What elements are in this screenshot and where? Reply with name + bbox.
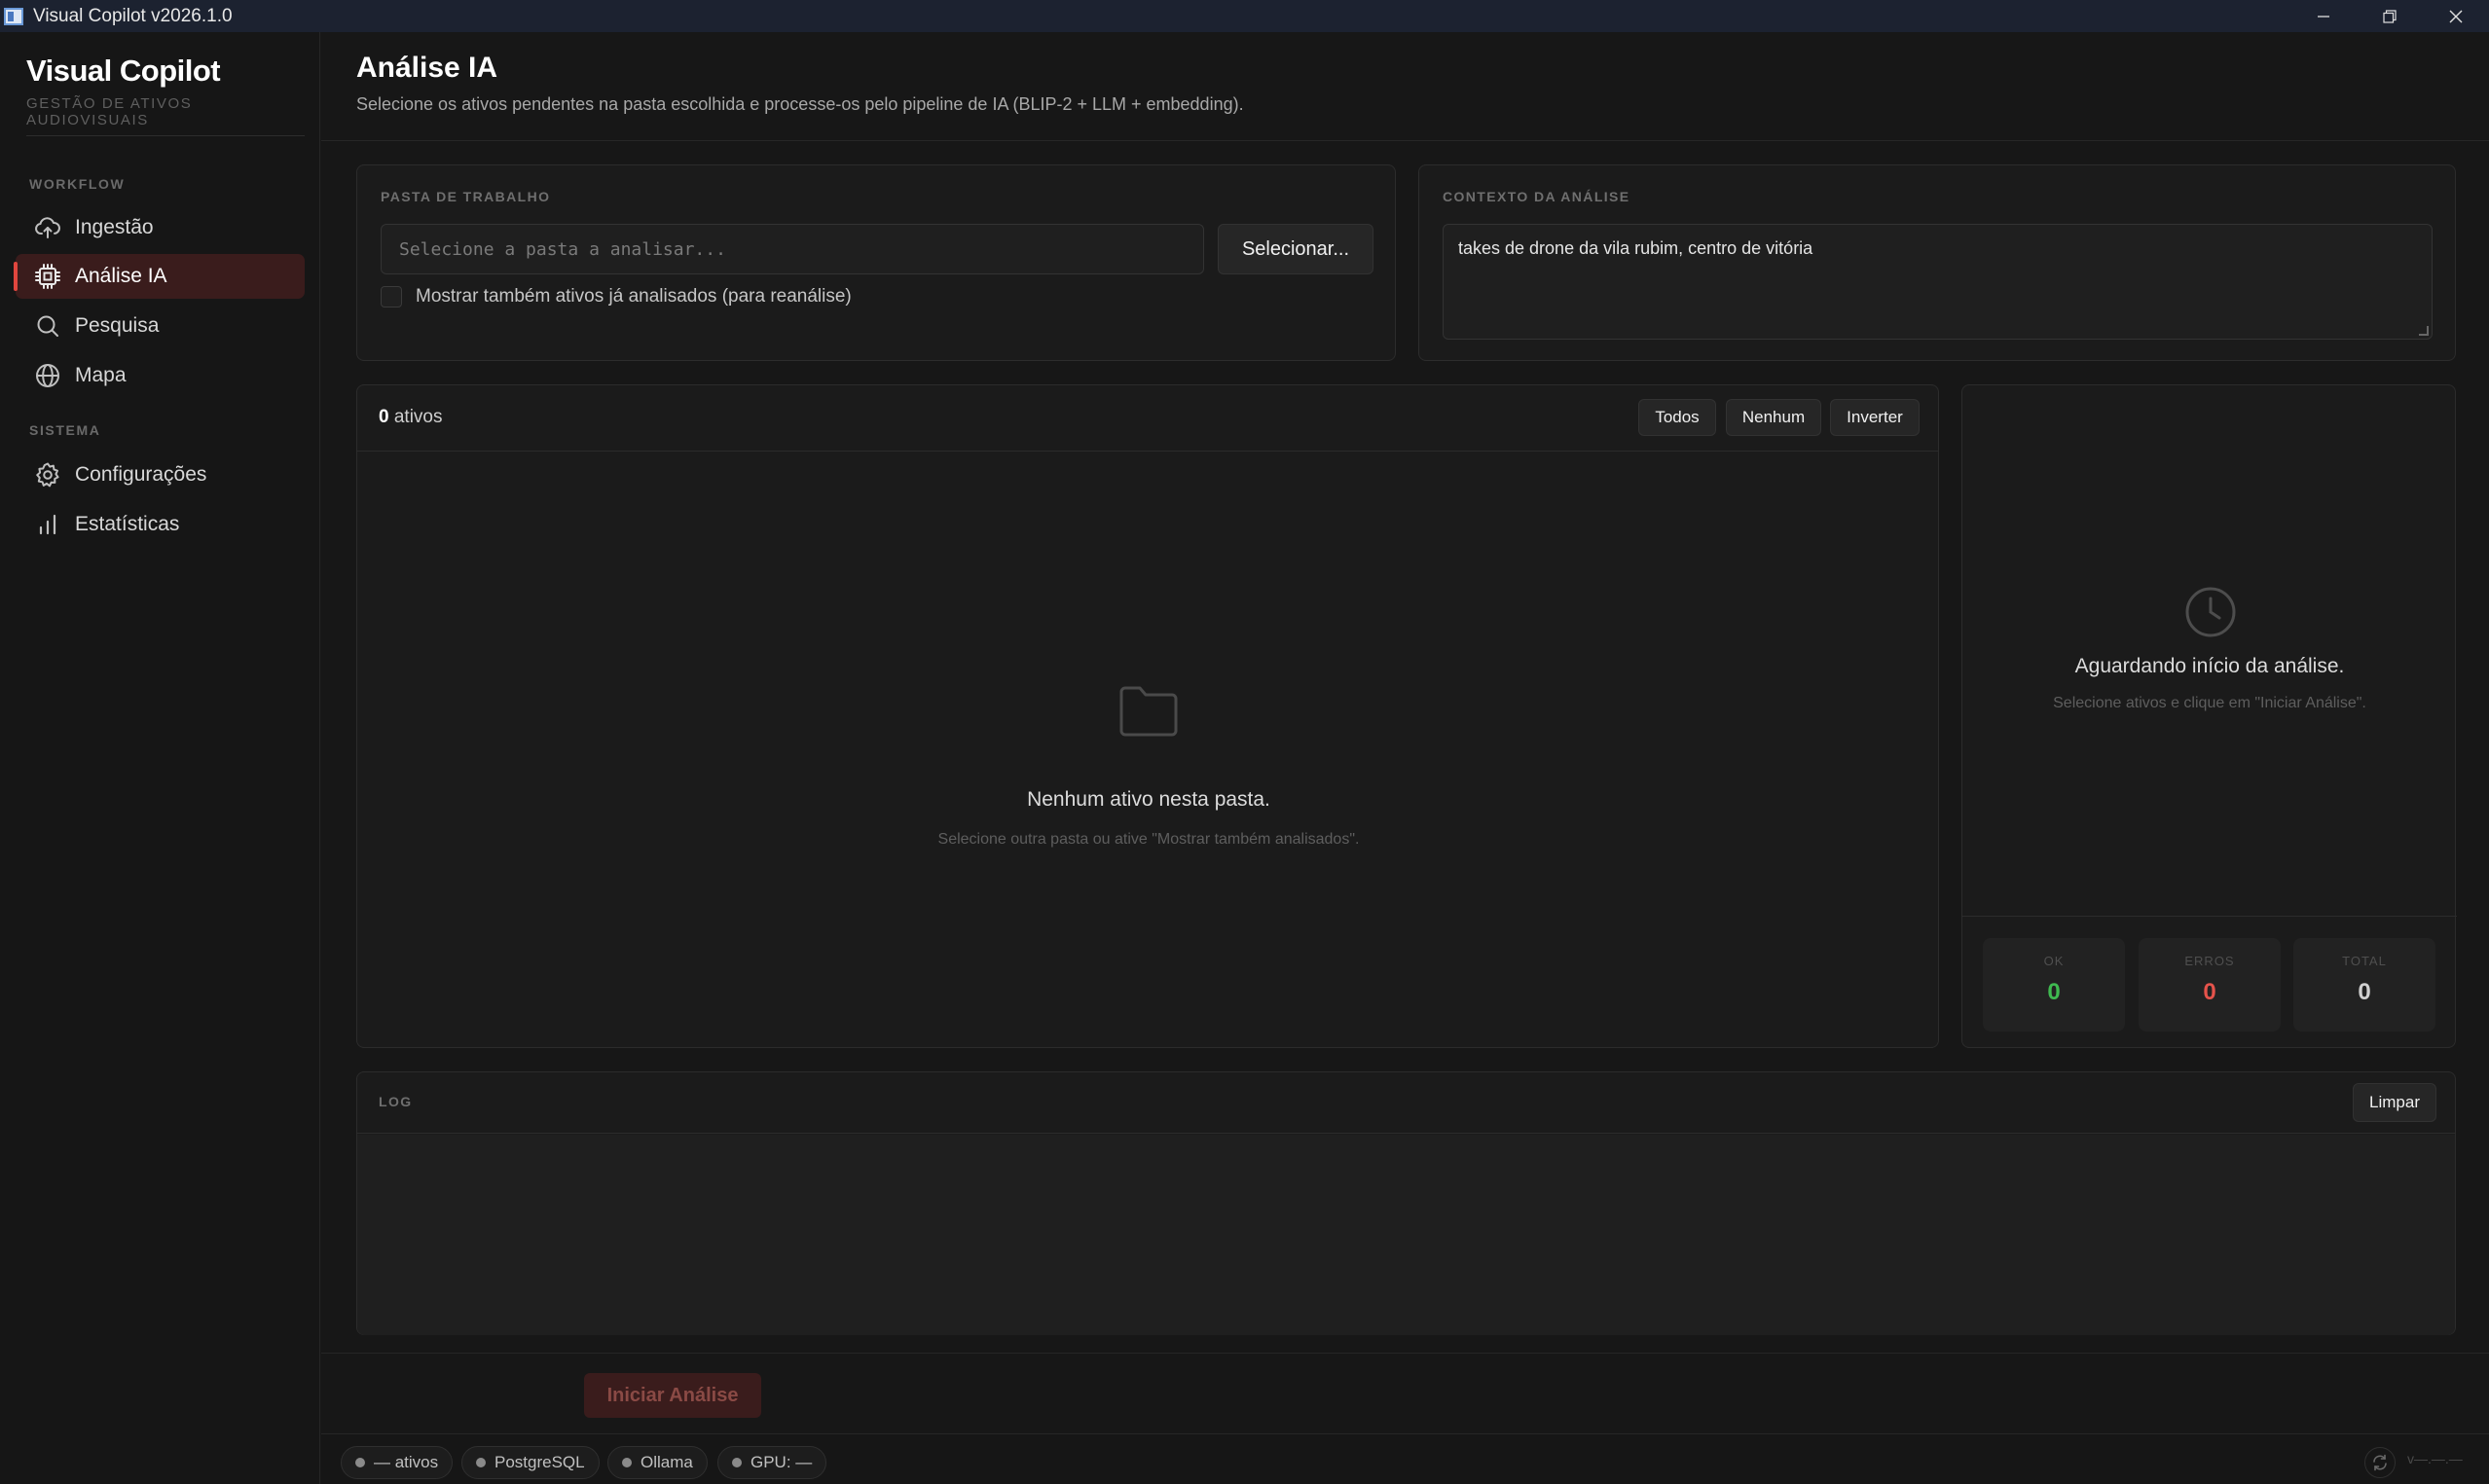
sidebar: Visual Copilot GESTÃO DE ATIVOS AUDIOVIS… <box>0 32 320 1484</box>
sidebar-item-pesquisa[interactable]: Pesquisa <box>16 304 305 348</box>
status-pill-ollama: Ollama <box>607 1446 708 1479</box>
sidebar-item-label: Configurações <box>75 463 207 486</box>
sidebar-item-label: Análise IA <box>75 265 167 287</box>
page-title: Análise IA <box>356 52 498 84</box>
stat-ok-value: 0 <box>2047 979 2061 1005</box>
progress-divider <box>1962 916 2457 917</box>
section-label-workflow: WORKFLOW <box>29 176 126 192</box>
status-pill-label: PostgreSQL <box>494 1453 585 1471</box>
status-pill-label: — ativos <box>374 1453 439 1471</box>
resize-grip-icon[interactable] <box>2419 326 2429 336</box>
window-titlebar: Visual Copilot v2026.1.0 <box>0 0 2489 32</box>
bar-chart-icon <box>34 511 61 538</box>
context-label: CONTEXTO DA ANÁLISE <box>1443 189 1630 204</box>
assets-empty-subtitle: Selecione outra pasta ou ative "Mostrar … <box>937 831 1360 848</box>
context-text: takes de drone da vila rubim, centro de … <box>1458 238 1813 258</box>
stat-total: TOTAL 0 <box>2293 938 2435 1032</box>
sidebar-item-estatisticas[interactable]: Estatísticas <box>16 502 305 547</box>
page-header: Análise IA Selecione os ativos pendentes… <box>321 32 2489 141</box>
stat-total-value: 0 <box>2358 979 2371 1005</box>
log-header: LOG Limpar <box>357 1072 2455 1134</box>
window-title: Visual Copilot v2026.1.0 <box>33 5 233 26</box>
sidebar-item-label: Estatísticas <box>75 513 180 535</box>
assets-count-value: 0 <box>379 407 389 427</box>
status-dot <box>732 1458 742 1467</box>
status-bar: — ativos PostgreSQL Ollama GPU: — v—.—.— <box>321 1433 2489 1484</box>
section-label-sistema: SISTEMA <box>29 422 101 438</box>
assets-count: 0 ativos <box>379 407 443 428</box>
close-icon <box>2449 10 2463 22</box>
brand-title: Visual Copilot <box>26 54 221 88</box>
page-description: Selecione os ativos pendentes na pasta e… <box>356 94 1244 114</box>
clear-log-button[interactable]: Limpar <box>2353 1083 2436 1122</box>
assets-empty-title: Nenhum ativo nesta pasta. <box>1027 788 1270 811</box>
restore-button[interactable] <box>2357 0 2423 32</box>
status-pill-postgresql: PostgreSQL <box>461 1446 600 1479</box>
select-none-button[interactable]: Nenhum <box>1726 399 1821 436</box>
assets-count-suffix: ativos <box>393 407 443 427</box>
brand-subtitle: GESTÃO DE ATIVOS AUDIOVISUAIS <box>26 95 193 128</box>
stat-errors-value: 0 <box>2203 979 2216 1005</box>
sidebar-item-analise-ia[interactable]: Análise IA <box>14 254 305 299</box>
workfolder-label: PASTA DE TRABALHO <box>381 189 551 204</box>
start-analysis-button[interactable]: Iniciar Análise <box>584 1373 761 1418</box>
stat-total-label: TOTAL <box>2342 954 2387 968</box>
context-textarea[interactable]: takes de drone da vila rubim, centro de … <box>1443 224 2433 340</box>
minimize-icon <box>2318 15 2329 18</box>
progress-card: Aguardando início da análise. Selecione … <box>1961 384 2457 1048</box>
select-all-button[interactable]: Todos <box>1638 399 1716 436</box>
chip-icon <box>34 263 61 290</box>
restore-icon <box>2383 9 2397 23</box>
main-content: Análise IA Selecione os ativos pendentes… <box>321 32 2489 1484</box>
show-analyzed-checkbox[interactable] <box>381 286 402 308</box>
gear-icon <box>34 461 61 489</box>
sidebar-item-mapa[interactable]: Mapa <box>16 353 305 398</box>
search-icon <box>34 312 61 340</box>
status-pill-label: GPU: — <box>750 1453 813 1471</box>
stat-ok-label: OK <box>2043 954 2065 968</box>
workfolder-card: PASTA DE TRABALHO Selecione a pasta a an… <box>356 164 1396 361</box>
status-dot <box>622 1458 632 1467</box>
select-folder-button[interactable]: Selecionar... <box>1218 224 1373 274</box>
invert-selection-button[interactable]: Inverter <box>1830 399 1920 436</box>
close-button[interactable] <box>2423 0 2489 32</box>
status-pill-gpu: GPU: — <box>717 1446 827 1479</box>
stat-ok: OK 0 <box>1983 938 2125 1032</box>
sidebar-item-ingestao[interactable]: Ingestão <box>16 205 305 250</box>
refresh-icon <box>2373 1454 2387 1471</box>
folder-path-input[interactable]: Selecione a pasta a analisar... <box>381 224 1204 274</box>
sidebar-item-label: Ingestão <box>75 216 154 238</box>
progress-waiting-title: Aguardando início da análise. <box>2074 655 2345 677</box>
clock-icon <box>2184 586 2237 643</box>
sidebar-divider <box>26 135 305 136</box>
window-controls <box>2290 0 2489 32</box>
assets-card: 0 ativos Todos Nenhum Inverter Nenhum at… <box>356 384 1939 1048</box>
minimize-button[interactable] <box>2290 0 2357 32</box>
stat-errors-label: ERROS <box>2184 954 2235 968</box>
folder-icon <box>1118 684 1179 743</box>
log-label: LOG <box>379 1094 413 1109</box>
app-icon <box>4 7 23 25</box>
refresh-button[interactable] <box>2364 1447 2396 1478</box>
globe-icon <box>34 362 61 389</box>
status-dot <box>355 1458 365 1467</box>
sidebar-item-label: Pesquisa <box>75 314 160 337</box>
assets-toolbar: 0 ativos Todos Nenhum Inverter <box>357 385 1938 452</box>
log-card: LOG Limpar <box>356 1071 2456 1335</box>
log-output <box>357 1135 2455 1335</box>
status-pill-assets: — ativos <box>341 1446 454 1479</box>
sidebar-item-configuracoes[interactable]: Configurações <box>16 452 305 497</box>
progress-waiting-subtitle: Selecione ativos e clique em "Iniciar An… <box>2053 695 2366 711</box>
action-bar: Iniciar Análise <box>321 1353 2489 1433</box>
stat-errors: ERROS 0 <box>2139 938 2281 1032</box>
cloud-upload-icon <box>34 214 61 241</box>
status-pill-label: Ollama <box>641 1453 693 1471</box>
context-card: CONTEXTO DA ANÁLISE takes de drone da vi… <box>1418 164 2456 361</box>
version-label: v—.—.— <box>2407 1451 2463 1466</box>
show-analyzed-label[interactable]: Mostrar também ativos já analisados (par… <box>416 286 852 308</box>
sidebar-item-label: Mapa <box>75 364 127 386</box>
status-dot <box>476 1458 486 1467</box>
